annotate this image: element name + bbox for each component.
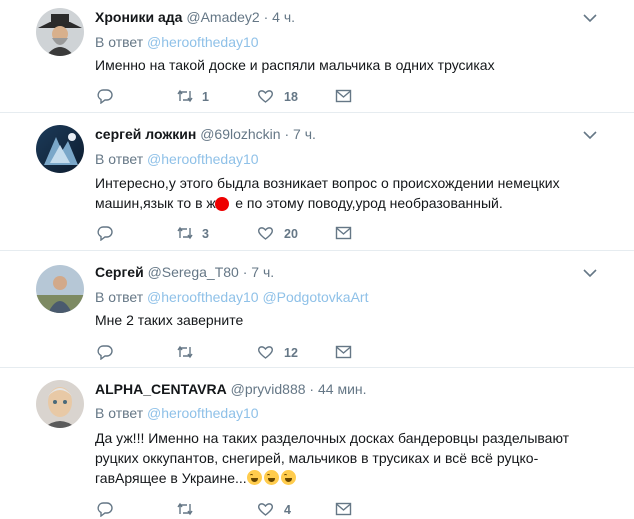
tweet-text: Мне 2 таких заверните — [95, 310, 575, 330]
tweet-text: Именно на такой доске и распяли мальчика… — [95, 55, 575, 75]
tweet-header: Хроники ада @Amadey2 · 4 ч. — [95, 9, 295, 25]
envelope-icon[interactable] — [335, 89, 352, 103]
tweet-text-line: машин,язык то в ж е по этому поводу,урод… — [95, 195, 503, 211]
reply-context: В ответ @herooftheday10 @PodgotovkaArt — [95, 289, 368, 305]
timestamp[interactable]: 7 ч. — [251, 264, 274, 280]
separator: · — [242, 264, 248, 280]
tweet-text-line: Да уж!!! Именно на таких разделочных дос… — [95, 430, 570, 446]
face-with-tears-of-joy-icon — [246, 470, 262, 485]
retweet-count: 3 — [202, 227, 209, 241]
avatar[interactable] — [36, 265, 84, 313]
like-count: 18 — [284, 90, 298, 104]
retweet-icon[interactable] — [176, 501, 194, 517]
reply-mention[interactable]: @herooftheday10 — [147, 151, 259, 167]
face-with-tears-of-joy-icon — [280, 470, 296, 485]
display-name[interactable]: сергей ложкин — [95, 126, 196, 142]
tweet[interactable]: сергей ложкин @69lozhckin · 7 ч. В ответ… — [0, 113, 634, 250]
tweet-text-line: Интересно,у этого быдла возникает вопрос… — [95, 175, 560, 191]
reply-icon[interactable] — [97, 88, 113, 104]
display-name[interactable]: ALPHA_CENTAVRA — [95, 381, 227, 397]
reply-mention[interactable]: @herooftheday10 — [147, 289, 259, 305]
user-handle[interactable]: @Amadey2 — [186, 9, 259, 25]
reply-prefix: В ответ — [95, 289, 144, 305]
reply-icon[interactable] — [97, 225, 113, 241]
tweet[interactable]: Хроники ада @Amadey2 · 4 ч. В ответ @her… — [0, 0, 634, 112]
reply-context: В ответ @herooftheday10 — [95, 151, 259, 167]
avatar[interactable] — [36, 8, 84, 56]
tweet-text: Интересно,у этого быдла возникает вопрос… — [95, 173, 575, 213]
user-handle[interactable]: @Serega_T80 — [148, 264, 239, 280]
chevron-down-icon[interactable] — [582, 267, 598, 279]
tweet[interactable]: Сергей @Serega_T80 · 7 ч. В ответ @heroo… — [0, 251, 634, 367]
tweet-text-line: Именно на такой доске и распяли мальчика… — [95, 57, 495, 73]
tweet-header: ALPHA_CENTAVRA @pryvid888 · 44 мин. — [95, 381, 367, 397]
retweet-icon[interactable] — [176, 225, 194, 241]
chevron-down-icon[interactable] — [582, 129, 598, 141]
separator: · — [309, 381, 315, 397]
reply-mention[interactable]: @herooftheday10 — [147, 405, 259, 421]
tweet-text-line: Мне 2 таких заверните — [95, 312, 244, 328]
reply-mention[interactable]: @herooftheday10 — [147, 34, 259, 50]
reply-prefix: В ответ — [95, 151, 144, 167]
tweet-header: Сергей @Serega_T80 · 7 ч. — [95, 264, 274, 280]
tweet-header: сергей ложкин @69lozhckin · 7 ч. — [95, 126, 316, 142]
envelope-icon[interactable] — [335, 345, 352, 359]
tweet-text-line: руцких оккупантов, снегирей, мальчиков в… — [95, 450, 539, 466]
separator: · — [284, 126, 290, 142]
reply-icon[interactable] — [97, 344, 113, 360]
user-handle[interactable]: @pryvid888 — [231, 381, 306, 397]
like-count: 12 — [284, 346, 298, 360]
heart-icon[interactable] — [257, 225, 274, 241]
reply-prefix: В ответ — [95, 405, 144, 421]
tweet[interactable]: ALPHA_CENTAVRA @pryvid888 · 44 мин. В от… — [0, 368, 634, 519]
tweet-text: Да уж!!! Именно на таких разделочных дос… — [95, 428, 575, 488]
heart-icon[interactable] — [257, 344, 274, 360]
reply-mention[interactable]: @PodgotovkaArt — [262, 289, 368, 305]
chevron-down-icon[interactable] — [582, 12, 598, 24]
reply-context: В ответ @herooftheday10 — [95, 405, 259, 421]
heart-icon[interactable] — [257, 88, 274, 104]
face-with-tears-of-joy-icon — [263, 470, 279, 485]
reply-prefix: В ответ — [95, 34, 144, 50]
reply-context: В ответ @herooftheday10 — [95, 34, 259, 50]
timestamp[interactable]: 7 ч. — [293, 126, 316, 142]
like-count: 20 — [284, 227, 298, 241]
timestamp[interactable]: 44 мин. — [318, 381, 367, 397]
avatar[interactable] — [36, 380, 84, 428]
tweet-text-line-with-emoji: гавАрящее в Украине... — [95, 468, 575, 488]
envelope-icon[interactable] — [335, 226, 352, 240]
red-redaction-dot — [215, 197, 229, 211]
envelope-icon[interactable] — [335, 502, 352, 516]
heart-icon[interactable] — [257, 501, 274, 517]
retweet-icon[interactable] — [176, 88, 194, 104]
separator: · — [263, 9, 269, 25]
like-count: 4 — [284, 503, 291, 517]
tweet-text-line: гавАрящее в Украине... — [95, 470, 247, 486]
display-name[interactable]: Сергей — [95, 264, 144, 280]
display-name[interactable]: Хроники ада — [95, 9, 182, 25]
retweet-icon[interactable] — [176, 344, 194, 360]
timestamp[interactable]: 4 ч. — [272, 9, 295, 25]
user-handle[interactable]: @69lozhckin — [200, 126, 280, 142]
retweet-count: 1 — [202, 90, 209, 104]
avatar[interactable] — [36, 125, 84, 173]
reply-icon[interactable] — [97, 501, 113, 517]
